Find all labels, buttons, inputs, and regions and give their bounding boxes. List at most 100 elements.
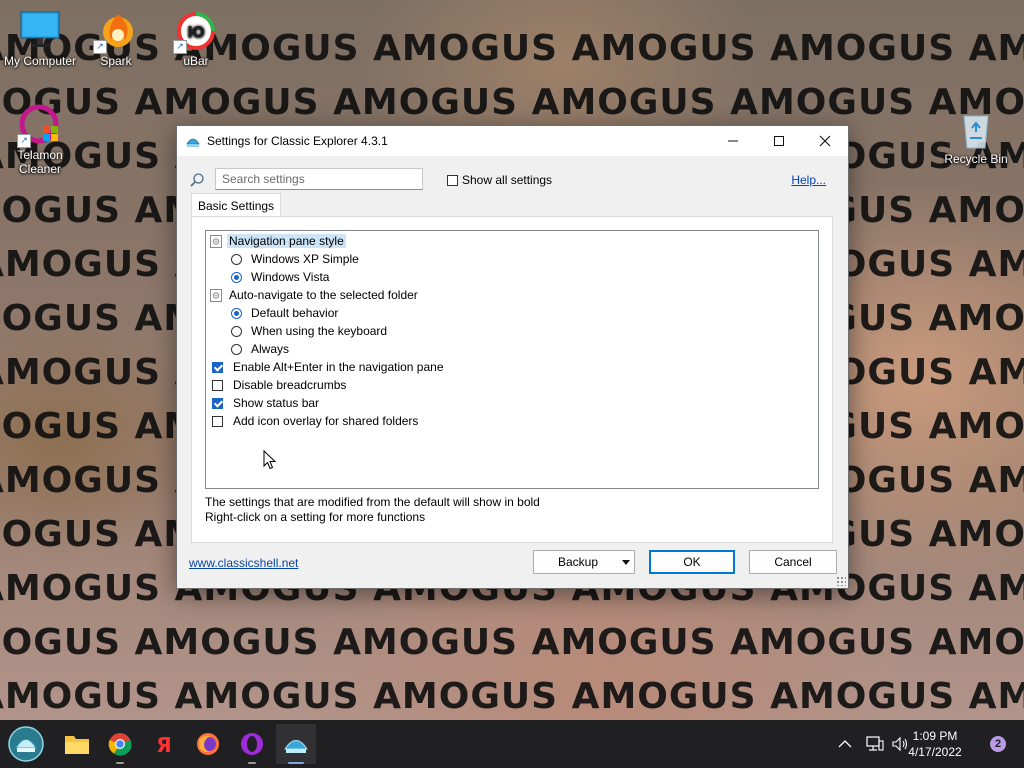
desktop-icon-label: My Computer bbox=[3, 54, 77, 68]
close-icon bbox=[819, 135, 831, 147]
setting-radio-always[interactable]: Always bbox=[231, 340, 291, 358]
network-icon bbox=[866, 736, 884, 751]
shortcut-arrow-icon: ↗ bbox=[17, 134, 31, 148]
setting-label: Windows XP Simple bbox=[251, 252, 359, 266]
recycle-bin-icon bbox=[955, 108, 997, 150]
taskbar-file-explorer[interactable] bbox=[57, 724, 97, 764]
show-all-settings-checkbox[interactable]: Show all settings bbox=[447, 173, 552, 187]
active-indicator bbox=[288, 762, 304, 764]
setting-radio-windows-xp-simple[interactable]: Windows XP Simple bbox=[231, 250, 361, 268]
setting-label: Add icon overlay for shared folders bbox=[233, 414, 419, 428]
title-bar[interactable]: Settings for Classic Explorer 4.3.1 bbox=[177, 126, 848, 156]
taskbar-classic-explorer-settings[interactable] bbox=[276, 724, 316, 764]
taskbar-opera[interactable] bbox=[232, 724, 272, 764]
search-input[interactable]: Search settings bbox=[215, 168, 423, 190]
mouse-cursor-icon bbox=[263, 450, 277, 470]
checkbox-box[interactable] bbox=[212, 379, 223, 391]
minimize-icon bbox=[728, 140, 738, 142]
checkbox-box[interactable] bbox=[447, 174, 458, 186]
maximize-button[interactable] bbox=[756, 126, 802, 156]
settings-group-icon bbox=[210, 288, 222, 302]
network-tray-button[interactable] bbox=[866, 720, 884, 768]
classic-shell-icon bbox=[186, 138, 200, 147]
tray-overflow-button[interactable] bbox=[838, 720, 852, 768]
close-button[interactable] bbox=[802, 126, 848, 156]
chevron-up-icon bbox=[838, 740, 852, 748]
radio-button-selected[interactable] bbox=[231, 271, 242, 283]
start-button[interactable] bbox=[6, 724, 46, 764]
search-icon bbox=[190, 173, 204, 187]
dropdown-arrow-icon bbox=[622, 560, 630, 565]
setting-label: Enable Alt+Enter in the navigation pane bbox=[233, 360, 444, 374]
setting-label: Windows Vista bbox=[251, 270, 330, 284]
desktop-icon-ubar[interactable]: Ю ↗ uBar bbox=[156, 10, 236, 68]
clock-time: 1:09 PM bbox=[912, 729, 958, 743]
dialog-title: Settings for Classic Explorer 4.3.1 bbox=[207, 134, 388, 148]
setting-checkbox-show-status-bar[interactable]: Show status bar bbox=[212, 394, 321, 412]
ok-button[interactable]: OK bbox=[649, 550, 735, 574]
settings-group-icon bbox=[210, 234, 222, 248]
modified-settings-note: The settings that are modified from the … bbox=[205, 495, 540, 509]
basic-settings-panel: Navigation pane style Windows XP Simple … bbox=[191, 216, 833, 543]
clock-button[interactable]: 1:09 PM 4/17/2022 bbox=[900, 728, 970, 760]
radio-button[interactable] bbox=[231, 343, 242, 355]
checkbox-checked[interactable] bbox=[212, 397, 223, 409]
desktop-icon-label: Recycle Bin bbox=[944, 152, 1008, 166]
desktop-icon-telamon-cleaner[interactable]: ↗ Telamon Cleaner bbox=[0, 104, 80, 176]
monitor-icon bbox=[19, 10, 61, 52]
radio-button-selected[interactable] bbox=[231, 307, 242, 319]
taskbar-yandex[interactable]: Я bbox=[144, 724, 184, 764]
minimize-button[interactable] bbox=[710, 126, 756, 156]
website-link[interactable]: www.classicshell.net bbox=[189, 556, 298, 570]
desktop-icon-label: Spark bbox=[100, 54, 132, 68]
checkbox-box[interactable] bbox=[212, 415, 223, 427]
settings-dialog: Settings for Classic Explorer 4.3.1 Sear… bbox=[176, 125, 849, 589]
desktop-icon-label: uBar bbox=[183, 54, 209, 68]
tab-basic-settings[interactable]: Basic Settings bbox=[191, 193, 282, 217]
setting-checkbox-disable-breadcrumbs[interactable]: Disable breadcrumbs bbox=[212, 376, 348, 394]
setting-checkbox-icon-overlay[interactable]: Add icon overlay for shared folders bbox=[212, 412, 420, 430]
settings-tree[interactable]: Navigation pane style Windows XP Simple … bbox=[205, 230, 819, 489]
shortcut-arrow-icon: ↗ bbox=[93, 40, 107, 54]
setting-group-auto-navigate[interactable]: Auto-navigate to the selected folder bbox=[210, 286, 420, 304]
taskbar: Я 1:09 PM 4/17/2022 2 bbox=[0, 720, 1024, 768]
file-explorer-icon bbox=[65, 736, 89, 754]
taskbar-chrome[interactable] bbox=[100, 724, 140, 764]
setting-checkbox-alt-enter[interactable]: Enable Alt+Enter in the navigation pane bbox=[212, 358, 446, 376]
resize-grip[interactable] bbox=[836, 576, 846, 586]
setting-radio-windows-vista[interactable]: Windows Vista bbox=[231, 268, 331, 286]
spark-icon: ↗ bbox=[93, 10, 137, 54]
ubar-icon: Ю ↗ bbox=[173, 10, 217, 54]
notification-badge[interactable]: 2 bbox=[990, 736, 1006, 752]
desktop-icon-spark[interactable]: ↗ Spark bbox=[76, 10, 156, 68]
setting-label: Show status bar bbox=[233, 396, 320, 410]
radio-button[interactable] bbox=[231, 325, 242, 337]
setting-radio-default-behavior[interactable]: Default behavior bbox=[231, 304, 340, 322]
setting-label: Always bbox=[251, 342, 290, 356]
running-indicator bbox=[116, 762, 124, 764]
desktop-icon-recycle-bin[interactable]: Recycle Bin bbox=[936, 108, 1016, 166]
wallpaper-row: AMOGUS AMOGUS AMOGUS AMOGUS AMOGUS AMOGU… bbox=[0, 622, 1024, 663]
setting-label: Default behavior bbox=[251, 306, 339, 320]
setting-group-navigation-pane-style[interactable]: Navigation pane style bbox=[210, 232, 346, 250]
maximize-icon bbox=[774, 136, 784, 146]
setting-label: Auto-navigate to the selected folder bbox=[229, 288, 418, 302]
taskbar-firefox[interactable] bbox=[188, 724, 228, 764]
chrome-icon bbox=[108, 733, 132, 756]
telamon-icon: ↗ bbox=[17, 104, 61, 148]
classic-shell-icon bbox=[284, 740, 308, 753]
setting-label: Navigation pane style bbox=[227, 234, 346, 248]
svg-text:Ю: Ю bbox=[187, 23, 205, 41]
radio-button[interactable] bbox=[231, 253, 242, 265]
cancel-button[interactable]: Cancel bbox=[749, 550, 837, 574]
desktop-icon-my-computer[interactable]: My Computer bbox=[0, 10, 80, 68]
checkbox-checked[interactable] bbox=[212, 361, 223, 373]
wallpaper-row: AMOGUS AMOGUS AMOGUS AMOGUS AMOGUS AMOGU… bbox=[0, 676, 1024, 717]
right-click-hint: Right-click on a setting for more functi… bbox=[205, 510, 426, 524]
wallpaper-row: AMOGUS AMOGUS AMOGUS AMOGUS AMOGUS AMOGU… bbox=[0, 82, 1024, 123]
backup-button[interactable]: Backup bbox=[533, 550, 635, 574]
help-link[interactable]: Help... bbox=[791, 173, 826, 187]
setting-radio-when-using-keyboard[interactable]: When using the keyboard bbox=[231, 322, 389, 340]
clock-date: 4/17/2022 bbox=[908, 745, 962, 759]
yandex-icon: Я bbox=[156, 733, 171, 756]
